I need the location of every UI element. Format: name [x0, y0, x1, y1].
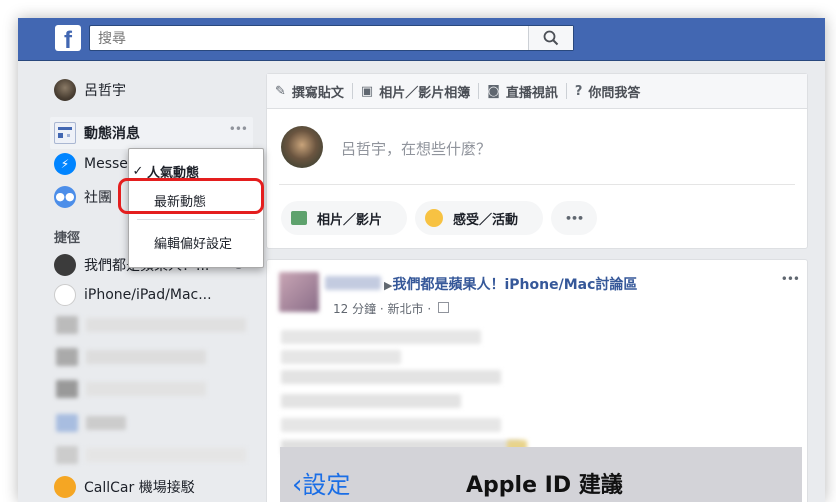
tab-label: 你問我答	[588, 85, 641, 101]
post-composer: ✎ 撰寫貼文 ▣ 相片／影片相簿 ◙ 直播視訊 ? 你問我答 呂哲宇，在想些什麼？ 相片…	[266, 73, 808, 249]
post-menu-button[interactable]: •••	[781, 272, 800, 286]
user-name: 呂哲宇	[84, 83, 126, 99]
tab-label: 相片／影片相簿	[379, 85, 471, 101]
video-camera-icon: ◙	[487, 83, 500, 99]
tab-live-video[interactable]: ◙ 直播視訊	[479, 82, 566, 101]
search-button[interactable]	[528, 26, 573, 50]
news-feed-more-button[interactable]: •••	[229, 122, 248, 136]
tab-ask[interactable]: ? 你問我答	[567, 82, 649, 101]
shortcuts-header: 捷徑	[54, 230, 81, 246]
composer-avatar	[281, 126, 323, 168]
feeling-activity-button[interactable]: 感受／活動	[415, 201, 543, 235]
menu-item-edit-preferences[interactable]: 編輯偏好設定	[129, 231, 263, 253]
callcar-label: CallCar 機場接駁	[84, 480, 195, 496]
red-highlight-annotation	[118, 178, 264, 214]
shortcut-group-icon	[54, 254, 76, 276]
action-label: 感受／活動	[453, 212, 519, 228]
post-group-link[interactable]: ▶我們都是蘋果人！iPhone/Mac討論區	[384, 274, 637, 294]
pencil-icon: ✎	[275, 83, 286, 99]
tab-photo-album[interactable]: ▣ 相片／影片相簿	[353, 82, 478, 101]
news-feed-icon	[54, 122, 76, 144]
image-title: Apple ID 建議	[466, 473, 623, 498]
shortcut-group-icon	[54, 284, 76, 306]
action-label: 相片／影片	[317, 212, 383, 228]
post-time[interactable]: 12 分鐘 · 新北市 ·	[333, 302, 431, 316]
post-image[interactable]: ‹設定 Apple ID 建議	[280, 447, 802, 502]
groups-icon: ●●	[54, 186, 76, 208]
more-options-button[interactable]: •••	[551, 201, 597, 235]
browser-viewport: f 呂哲宇 動態消息 ••• ⚡ Messe ●● 社團	[18, 18, 825, 502]
top-navigation-bar: f	[18, 18, 825, 61]
sidebar-item-news-feed[interactable]: 動態消息 •••	[50, 117, 253, 149]
tab-write-post[interactable]: ✎ 撰寫貼文	[267, 82, 352, 101]
checkmark-icon: ✓	[132, 163, 144, 179]
avatar	[54, 79, 76, 101]
sidebar-item-profile[interactable]: 呂哲宇	[54, 77, 126, 103]
search-icon	[543, 30, 559, 46]
composer-tabs: ✎ 撰寫貼文 ▣ 相片／影片相簿 ◙ 直播視訊 ? 你問我答	[267, 74, 807, 109]
album-icon: ▣	[360, 83, 374, 99]
sidebar-shortcut-callcar[interactable]: CallCar 機場接駁	[54, 474, 195, 500]
divider	[279, 184, 795, 185]
messenger-icon: ⚡	[54, 153, 76, 175]
image-back-link: ‹設定	[292, 465, 350, 500]
privacy-icon	[438, 302, 449, 313]
photo-icon	[291, 211, 307, 225]
menu-item-label: 編輯偏好設定	[154, 236, 233, 252]
sidebar-item-messenger[interactable]: ⚡ Messe	[54, 151, 128, 177]
smiley-icon	[425, 209, 443, 227]
question-icon: ?	[574, 83, 583, 99]
group-name: 我們都是蘋果人！iPhone/Mac討論區	[392, 277, 638, 293]
shortcut-label: iPhone/iPad/Mac...	[84, 287, 212, 303]
search-box	[89, 25, 574, 51]
tab-label: 撰寫貼文	[291, 85, 344, 101]
chevron-left-icon: ‹	[292, 470, 303, 500]
image-back-label: 設定	[302, 471, 351, 499]
tab-label: 直播視訊	[505, 85, 558, 101]
facebook-logo-icon[interactable]: f	[55, 25, 81, 51]
news-feed-label: 動態消息	[84, 126, 140, 142]
photo-video-button[interactable]: 相片／影片	[281, 201, 407, 235]
post-author-avatar[interactable]	[279, 272, 319, 312]
divider	[137, 219, 255, 220]
sidebar-shortcut-item[interactable]: iPhone/iPad/Mac...	[54, 282, 212, 308]
sidebar-item-groups[interactable]: ●● 社團	[54, 184, 112, 210]
post-meta: 12 分鐘 · 新北市 ·	[333, 300, 449, 317]
post-author-name[interactable]	[325, 276, 381, 290]
composer-input[interactable]: 呂哲宇，在想些什麼？	[341, 138, 491, 159]
messenger-label: Messe	[84, 156, 128, 172]
callcar-icon	[54, 476, 76, 498]
groups-label: 社團	[84, 190, 112, 206]
search-input[interactable]	[96, 28, 520, 50]
